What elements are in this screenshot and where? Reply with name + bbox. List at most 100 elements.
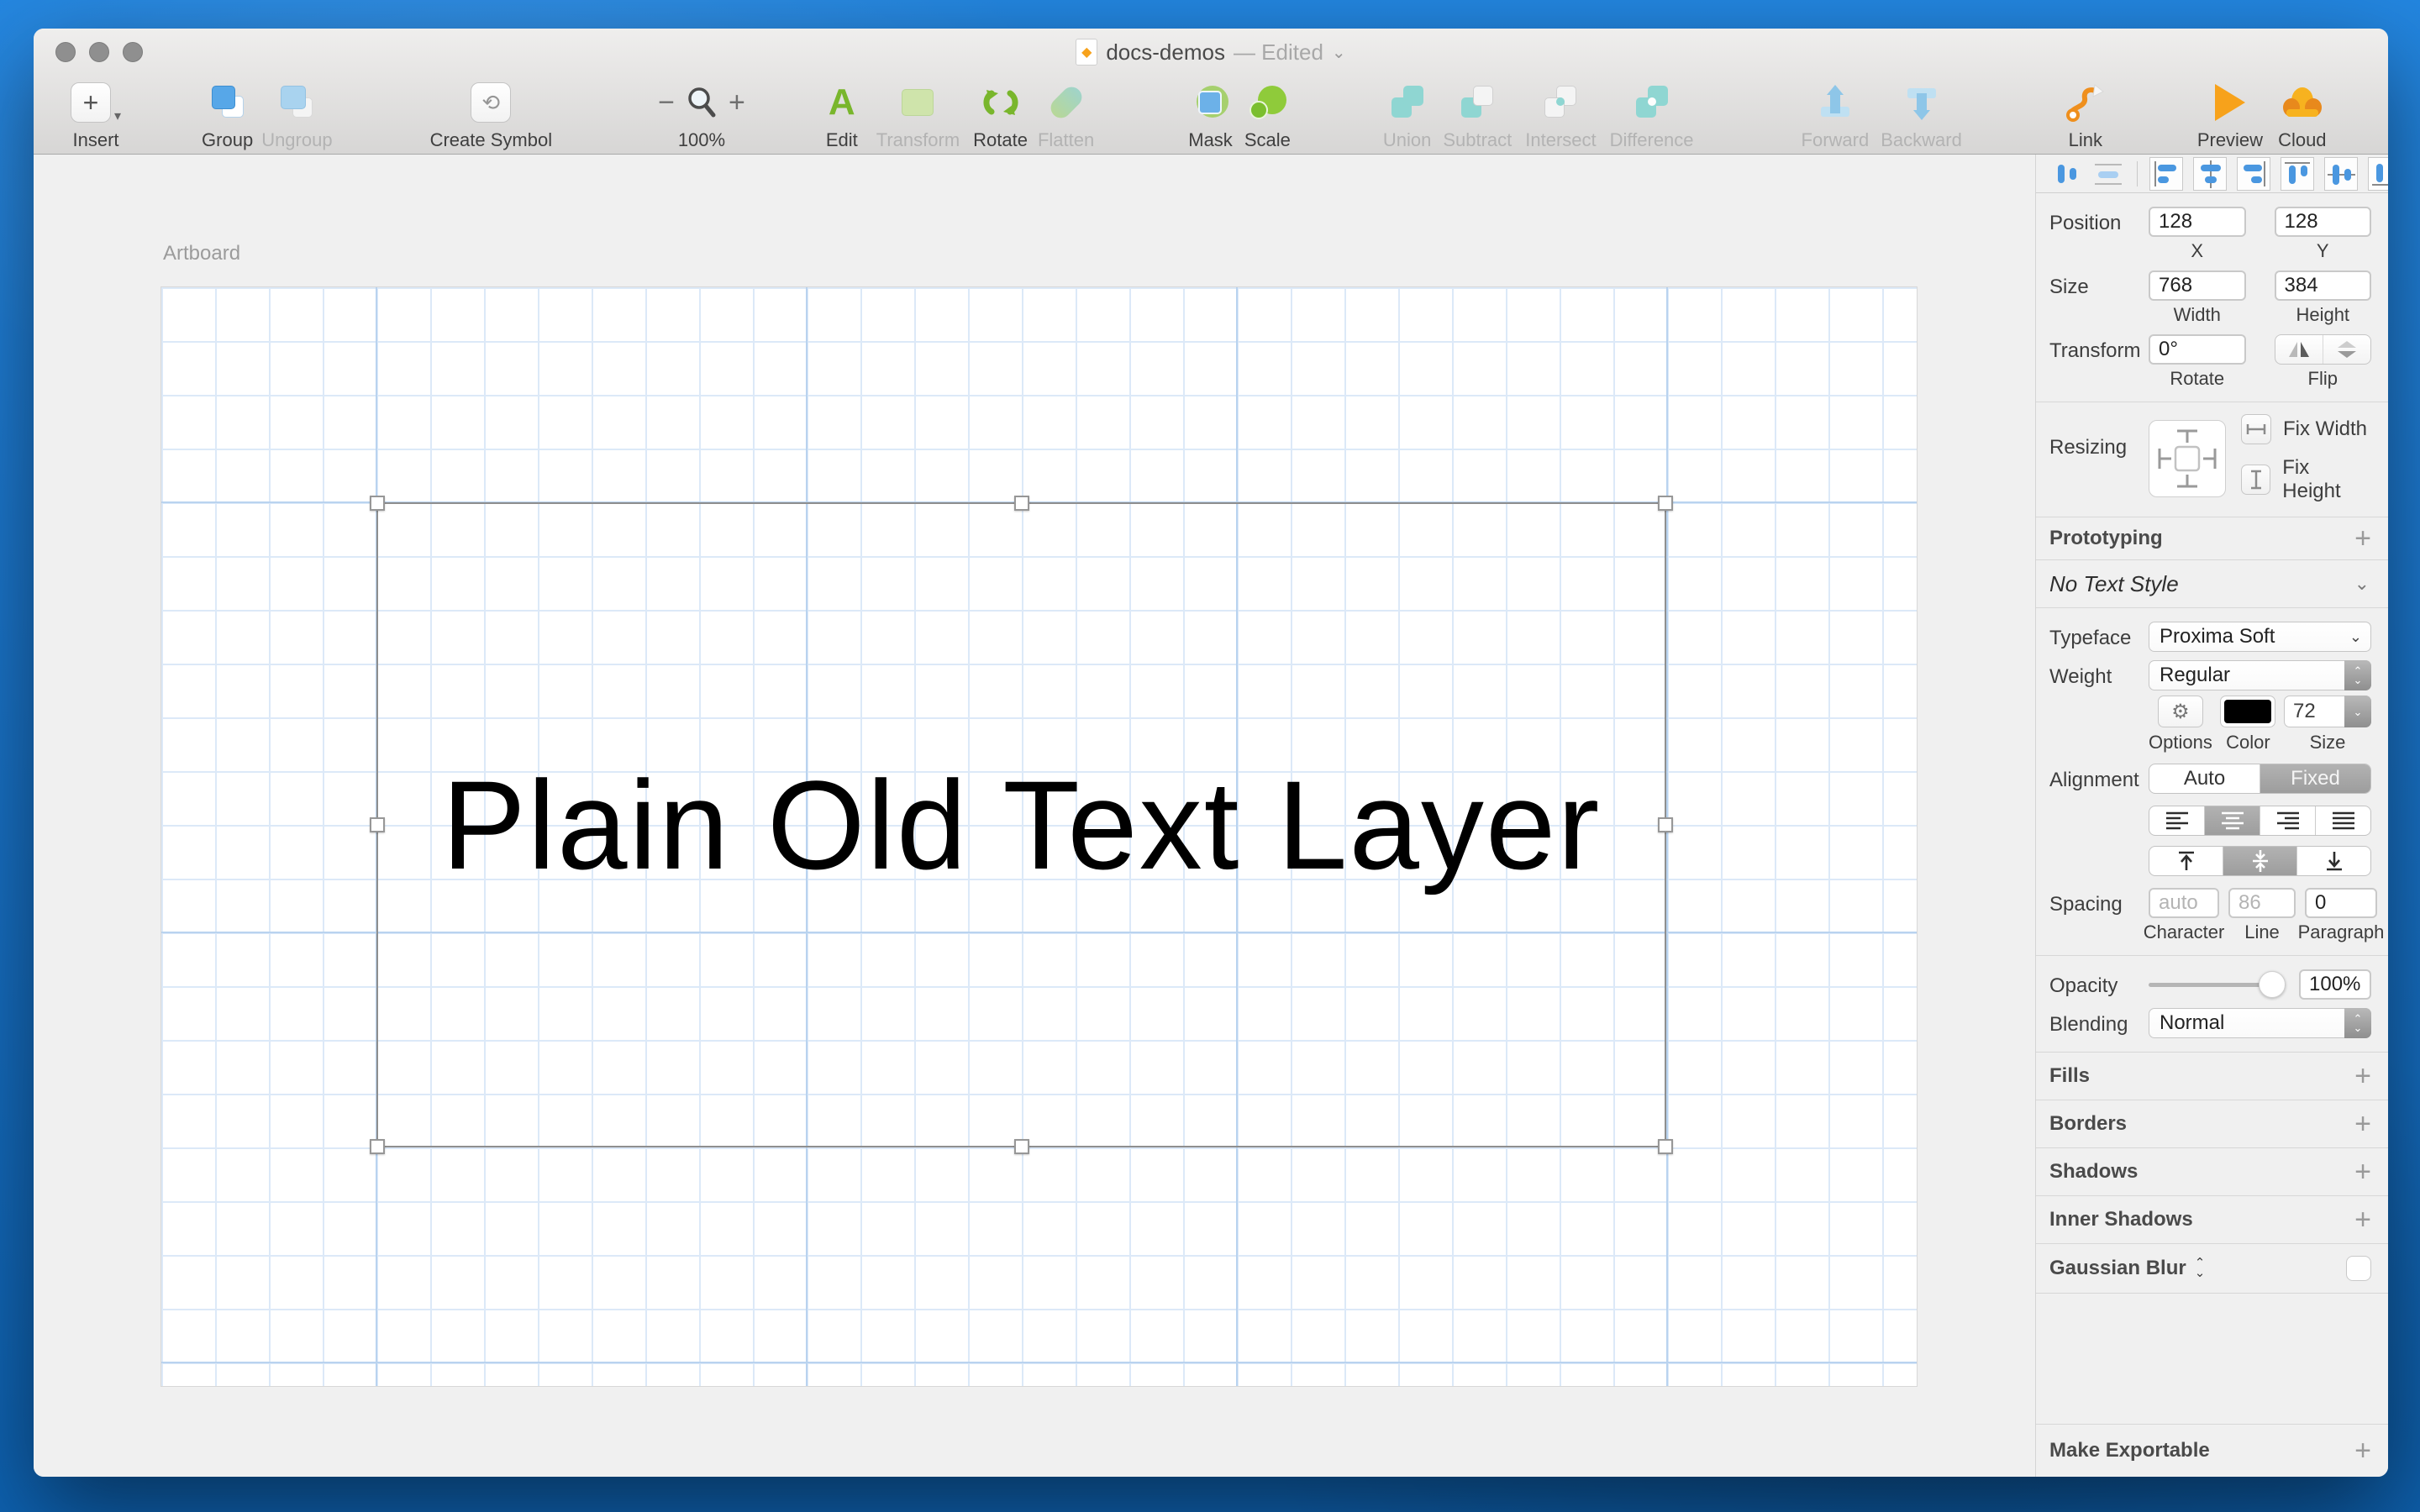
inner-shadows-section: Inner Shadows + bbox=[2036, 1196, 2388, 1243]
paragraph-spacing-input[interactable] bbox=[2305, 888, 2377, 918]
resize-handle[interactable] bbox=[370, 1139, 385, 1154]
alignment-toolbar bbox=[2036, 155, 2388, 193]
gaussian-blur-checkbox[interactable] bbox=[2346, 1256, 2371, 1281]
color-label: Color bbox=[2226, 732, 2270, 753]
difference-button[interactable]: Difference bbox=[1610, 81, 1694, 151]
subtract-button[interactable]: Subtract bbox=[1443, 81, 1512, 151]
cloud-button[interactable]: Cloud bbox=[2278, 81, 2326, 151]
rotate-button[interactable]: Rotate bbox=[973, 81, 1028, 151]
canvas[interactable]: Artboard Plain Old Text Layer bbox=[34, 155, 2035, 1477]
align-middle-vertical-icon[interactable] bbox=[2324, 157, 2358, 191]
add-fill-icon[interactable]: + bbox=[2354, 1060, 2371, 1093]
artboard-label[interactable]: Artboard bbox=[163, 242, 240, 265]
text-layer-selection[interactable]: Plain Old Text Layer bbox=[376, 502, 1666, 1147]
add-export-icon[interactable]: + bbox=[2354, 1435, 2371, 1467]
resize-handle[interactable] bbox=[1014, 1139, 1029, 1154]
align-top-button[interactable] bbox=[2149, 847, 2223, 875]
resize-handle[interactable] bbox=[1658, 1139, 1673, 1154]
flatten-button[interactable]: Flatten bbox=[1038, 81, 1094, 151]
align-middle-button[interactable] bbox=[2223, 847, 2296, 875]
font-options-button[interactable]: ⚙ bbox=[2158, 696, 2203, 727]
play-icon bbox=[2215, 84, 2245, 121]
opacity-slider[interactable] bbox=[2149, 969, 2286, 1000]
scale-icon bbox=[1246, 82, 1288, 123]
opacity-input[interactable] bbox=[2299, 969, 2371, 1000]
fix-height-toggle[interactable] bbox=[2241, 465, 2270, 495]
auto-width-option[interactable]: Auto bbox=[2149, 764, 2260, 793]
link-icon bbox=[2065, 81, 2107, 123]
resize-handle[interactable] bbox=[1658, 817, 1673, 832]
scale-button[interactable]: Scale bbox=[1244, 81, 1291, 151]
intersect-button[interactable]: Intersect bbox=[1525, 81, 1596, 151]
align-bottom-icon[interactable] bbox=[2368, 157, 2388, 191]
edit-button[interactable]: A Edit bbox=[826, 81, 858, 151]
flip-vertical-button[interactable] bbox=[2323, 335, 2370, 364]
zoom-in-icon[interactable]: + bbox=[729, 88, 745, 117]
slider-knob[interactable] bbox=[2259, 971, 2286, 998]
add-border-icon[interactable]: + bbox=[2354, 1108, 2371, 1141]
resize-handle[interactable] bbox=[1014, 496, 1029, 511]
align-top-icon[interactable] bbox=[2281, 157, 2314, 191]
align-bottom-button[interactable] bbox=[2296, 847, 2370, 875]
align-text-left-button[interactable] bbox=[2149, 806, 2204, 835]
zoom-out-icon[interactable]: − bbox=[658, 88, 675, 117]
backward-button[interactable]: Backward bbox=[1881, 81, 1962, 151]
align-left-icon[interactable] bbox=[2149, 157, 2183, 191]
width-input[interactable] bbox=[2149, 270, 2246, 301]
preview-button[interactable]: Preview bbox=[2197, 81, 2263, 151]
union-button[interactable]: Union bbox=[1383, 81, 1431, 151]
justify-text-button[interactable] bbox=[2315, 806, 2370, 835]
stepper-icon[interactable]: ⌄ bbox=[2344, 696, 2371, 727]
character-spacing-input[interactable] bbox=[2149, 888, 2219, 918]
add-inner-shadow-icon[interactable]: + bbox=[2354, 1204, 2371, 1236]
zoom-control[interactable]: − + 100% bbox=[658, 81, 745, 151]
spacing-row: Spacing Character Line Paragraph bbox=[2036, 876, 2388, 955]
blending-dropdown[interactable]: Normal ⌃⌄ bbox=[2149, 1008, 2371, 1038]
insert-button[interactable]: + ▾ Insert bbox=[71, 81, 121, 151]
create-symbol-button[interactable]: ⟲ Create Symbol bbox=[430, 81, 553, 151]
resize-handle[interactable] bbox=[370, 817, 385, 832]
transform-button[interactable]: Transform bbox=[876, 81, 960, 151]
line-spacing-input[interactable] bbox=[2228, 888, 2296, 918]
symbol-refresh-icon: ⟲ bbox=[471, 82, 511, 123]
alignment-row: Alignment Auto Fixed bbox=[2036, 755, 2388, 794]
distribute-horizontally-icon[interactable] bbox=[2048, 157, 2081, 191]
toolbar: + ▾ Insert Group Ungroup bbox=[34, 72, 2388, 154]
fix-width-toggle[interactable] bbox=[2241, 414, 2271, 444]
text-color-well[interactable] bbox=[2220, 696, 2275, 727]
title-chevron-icon[interactable]: ⌄ bbox=[1332, 42, 1346, 63]
distribute-vertically-icon[interactable] bbox=[2091, 157, 2125, 191]
align-text-center-button[interactable] bbox=[2204, 806, 2260, 835]
sketch-window: ◆ docs-demos — Edited ⌄ + ▾ Insert Group bbox=[34, 29, 2388, 1477]
text-layer[interactable]: Plain Old Text Layer bbox=[442, 753, 1602, 898]
align-text-right-button[interactable] bbox=[2260, 806, 2315, 835]
magnifier-icon bbox=[685, 86, 718, 119]
flip-horizontal-button[interactable] bbox=[2275, 335, 2323, 364]
pinning-control[interactable] bbox=[2149, 420, 2226, 497]
forward-button[interactable]: Forward bbox=[1802, 81, 1870, 151]
resize-handle[interactable] bbox=[370, 496, 385, 511]
add-prototyping-icon[interactable]: + bbox=[2354, 522, 2371, 555]
height-input[interactable] bbox=[2275, 270, 2372, 301]
align-center-horizontal-icon[interactable] bbox=[2193, 157, 2227, 191]
weight-dropdown[interactable]: Regular ⌃⌄ bbox=[2149, 660, 2371, 690]
align-right-icon[interactable] bbox=[2237, 157, 2270, 191]
stepper-icon[interactable]: ⌃⌄ bbox=[2344, 660, 2371, 690]
options-label: Options bbox=[2149, 732, 2212, 753]
mask-button[interactable]: Mask bbox=[1188, 81, 1233, 151]
link-button[interactable]: Link bbox=[2065, 81, 2107, 151]
rotate-input[interactable] bbox=[2149, 334, 2246, 365]
add-shadow-icon[interactable]: + bbox=[2354, 1156, 2371, 1189]
position-y-input[interactable] bbox=[2275, 207, 2372, 237]
position-x-input[interactable] bbox=[2149, 207, 2246, 237]
stepper-icon[interactable]: ⌃⌄ bbox=[2344, 1008, 2371, 1038]
typeface-dropdown[interactable]: Proxima Soft ⌄ bbox=[2149, 622, 2371, 652]
blending-value: Normal bbox=[2160, 1011, 2224, 1035]
group-button[interactable]: Group bbox=[202, 81, 253, 151]
fixed-width-option[interactable]: Fixed bbox=[2260, 764, 2370, 793]
blur-type-stepper-icon[interactable]: ⌃⌄ bbox=[2195, 1258, 2206, 1278]
text-style-selector[interactable]: No Text Style ⌄ bbox=[2036, 560, 2388, 607]
ungroup-button[interactable]: Ungroup bbox=[261, 81, 332, 151]
font-size-control[interactable]: 72 ⌄ bbox=[2284, 696, 2371, 727]
resize-handle[interactable] bbox=[1658, 496, 1673, 511]
